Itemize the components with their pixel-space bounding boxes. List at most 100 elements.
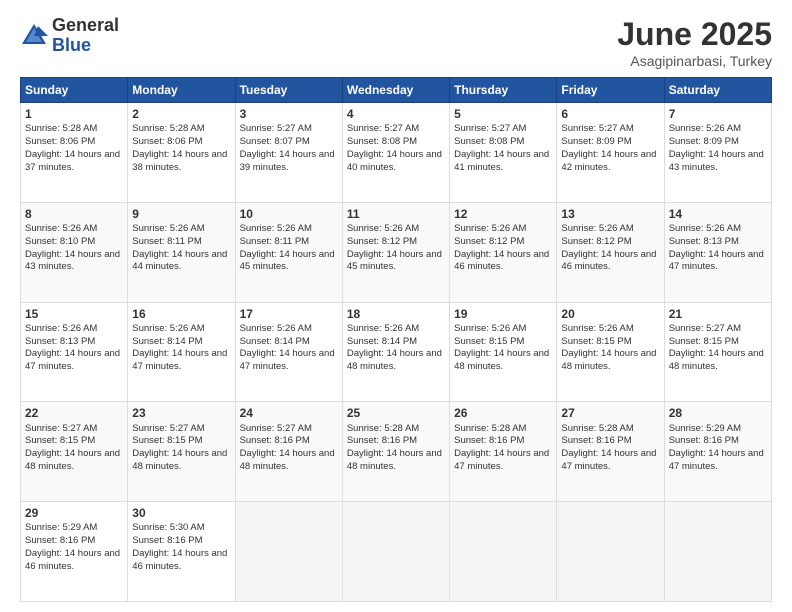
sunset-text: Sunset: 8:13 PM (669, 236, 739, 247)
day-number: 10 (240, 206, 338, 222)
calendar-cell: 29 Sunrise: 5:29 AM Sunset: 8:16 PM Dayl… (21, 502, 128, 602)
sunrise-text: Sunrise: 5:27 AM (669, 323, 741, 334)
sunset-text: Sunset: 8:10 PM (25, 236, 95, 247)
calendar-cell: 13 Sunrise: 5:26 AM Sunset: 8:12 PM Dayl… (557, 202, 664, 302)
day-number: 22 (25, 405, 123, 421)
calendar-cell (342, 502, 449, 602)
daylight-text: Daylight: 14 hours and 47 minutes. (132, 348, 227, 372)
sunset-text: Sunset: 8:15 PM (454, 336, 524, 347)
sunrise-text: Sunrise: 5:26 AM (561, 223, 633, 234)
day-number: 1 (25, 106, 123, 122)
day-number: 9 (132, 206, 230, 222)
day-number: 16 (132, 306, 230, 322)
sunset-text: Sunset: 8:15 PM (132, 435, 202, 446)
calendar-cell: 23 Sunrise: 5:27 AM Sunset: 8:15 PM Dayl… (128, 402, 235, 502)
logo-blue-text: Blue (52, 36, 119, 56)
calendar-cell: 19 Sunrise: 5:26 AM Sunset: 8:15 PM Dayl… (450, 302, 557, 402)
day-number: 20 (561, 306, 659, 322)
daylight-text: Daylight: 14 hours and 47 minutes. (454, 448, 549, 472)
sunrise-text: Sunrise: 5:28 AM (347, 423, 419, 434)
col-friday: Friday (557, 78, 664, 103)
calendar-cell: 9 Sunrise: 5:26 AM Sunset: 8:11 PM Dayli… (128, 202, 235, 302)
calendar-cell: 30 Sunrise: 5:30 AM Sunset: 8:16 PM Dayl… (128, 502, 235, 602)
calendar-table: Sunday Monday Tuesday Wednesday Thursday… (20, 77, 772, 602)
calendar-row: 1 Sunrise: 5:28 AM Sunset: 8:06 PM Dayli… (21, 103, 772, 203)
day-number: 6 (561, 106, 659, 122)
day-number: 4 (347, 106, 445, 122)
daylight-text: Daylight: 14 hours and 46 minutes. (454, 249, 549, 273)
col-saturday: Saturday (664, 78, 771, 103)
sunset-text: Sunset: 8:08 PM (347, 136, 417, 147)
daylight-text: Daylight: 14 hours and 43 minutes. (669, 149, 764, 173)
calendar-cell (557, 502, 664, 602)
sunrise-text: Sunrise: 5:26 AM (561, 323, 633, 334)
day-number: 15 (25, 306, 123, 322)
calendar-cell: 15 Sunrise: 5:26 AM Sunset: 8:13 PM Dayl… (21, 302, 128, 402)
sunrise-text: Sunrise: 5:29 AM (25, 522, 97, 533)
day-number: 2 (132, 106, 230, 122)
daylight-text: Daylight: 14 hours and 48 minutes. (561, 348, 656, 372)
col-sunday: Sunday (21, 78, 128, 103)
sunset-text: Sunset: 8:15 PM (561, 336, 631, 347)
sunrise-text: Sunrise: 5:27 AM (347, 123, 419, 134)
page: General Blue June 2025 Asagipinarbasi, T… (0, 0, 792, 612)
sunrise-text: Sunrise: 5:27 AM (561, 123, 633, 134)
sunrise-text: Sunrise: 5:28 AM (25, 123, 97, 134)
sunrise-text: Sunrise: 5:26 AM (240, 323, 312, 334)
day-number: 26 (454, 405, 552, 421)
sunrise-text: Sunrise: 5:26 AM (25, 323, 97, 334)
calendar-cell: 21 Sunrise: 5:27 AM Sunset: 8:15 PM Dayl… (664, 302, 771, 402)
col-thursday: Thursday (450, 78, 557, 103)
sunrise-text: Sunrise: 5:30 AM (132, 522, 204, 533)
sunrise-text: Sunrise: 5:27 AM (240, 123, 312, 134)
day-number: 21 (669, 306, 767, 322)
sunset-text: Sunset: 8:06 PM (25, 136, 95, 147)
day-number: 28 (669, 405, 767, 421)
sunrise-text: Sunrise: 5:27 AM (132, 423, 204, 434)
day-number: 29 (25, 505, 123, 521)
calendar-cell: 7 Sunrise: 5:26 AM Sunset: 8:09 PM Dayli… (664, 103, 771, 203)
calendar-cell: 14 Sunrise: 5:26 AM Sunset: 8:13 PM Dayl… (664, 202, 771, 302)
day-number: 3 (240, 106, 338, 122)
day-number: 25 (347, 405, 445, 421)
location-subtitle: Asagipinarbasi, Turkey (617, 53, 772, 69)
day-number: 27 (561, 405, 659, 421)
col-wednesday: Wednesday (342, 78, 449, 103)
day-number: 17 (240, 306, 338, 322)
sunrise-text: Sunrise: 5:26 AM (240, 223, 312, 234)
day-number: 12 (454, 206, 552, 222)
sunrise-text: Sunrise: 5:26 AM (669, 123, 741, 134)
sunset-text: Sunset: 8:16 PM (561, 435, 631, 446)
calendar-cell: 27 Sunrise: 5:28 AM Sunset: 8:16 PM Dayl… (557, 402, 664, 502)
daylight-text: Daylight: 14 hours and 48 minutes. (347, 348, 442, 372)
day-number: 30 (132, 505, 230, 521)
daylight-text: Daylight: 14 hours and 46 minutes. (132, 548, 227, 572)
sunrise-text: Sunrise: 5:27 AM (454, 123, 526, 134)
day-number: 14 (669, 206, 767, 222)
calendar-row: 8 Sunrise: 5:26 AM Sunset: 8:10 PM Dayli… (21, 202, 772, 302)
daylight-text: Daylight: 14 hours and 47 minutes. (25, 348, 120, 372)
sunset-text: Sunset: 8:15 PM (25, 435, 95, 446)
daylight-text: Daylight: 14 hours and 48 minutes. (132, 448, 227, 472)
daylight-text: Daylight: 14 hours and 48 minutes. (454, 348, 549, 372)
sunset-text: Sunset: 8:16 PM (25, 535, 95, 546)
logo-general-text: General (52, 16, 119, 36)
sunset-text: Sunset: 8:14 PM (347, 336, 417, 347)
daylight-text: Daylight: 14 hours and 48 minutes. (240, 448, 335, 472)
sunset-text: Sunset: 8:06 PM (132, 136, 202, 147)
sunrise-text: Sunrise: 5:28 AM (561, 423, 633, 434)
calendar-row: 29 Sunrise: 5:29 AM Sunset: 8:16 PM Dayl… (21, 502, 772, 602)
day-number: 13 (561, 206, 659, 222)
col-tuesday: Tuesday (235, 78, 342, 103)
calendar-cell: 28 Sunrise: 5:29 AM Sunset: 8:16 PM Dayl… (664, 402, 771, 502)
sunset-text: Sunset: 8:12 PM (561, 236, 631, 247)
calendar-cell: 4 Sunrise: 5:27 AM Sunset: 8:08 PM Dayli… (342, 103, 449, 203)
sunrise-text: Sunrise: 5:27 AM (240, 423, 312, 434)
calendar-cell: 12 Sunrise: 5:26 AM Sunset: 8:12 PM Dayl… (450, 202, 557, 302)
daylight-text: Daylight: 14 hours and 42 minutes. (561, 149, 656, 173)
calendar-cell: 8 Sunrise: 5:26 AM Sunset: 8:10 PM Dayli… (21, 202, 128, 302)
month-title: June 2025 (617, 16, 772, 53)
calendar-cell (450, 502, 557, 602)
calendar-cell: 1 Sunrise: 5:28 AM Sunset: 8:06 PM Dayli… (21, 103, 128, 203)
sunrise-text: Sunrise: 5:26 AM (454, 323, 526, 334)
